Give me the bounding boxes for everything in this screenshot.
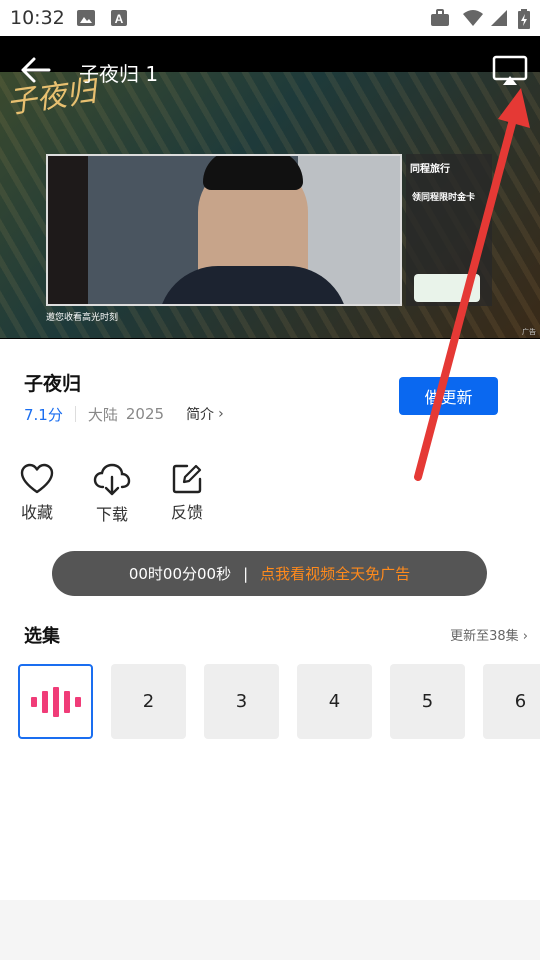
battery-icon — [518, 9, 530, 29]
image-icon — [77, 10, 95, 26]
episodes-update-link[interactable]: 更新至38集 › — [450, 625, 528, 644]
ad-timer: 00时00分00秒 — [128, 565, 232, 583]
intro-link[interactable]: 简介 — [186, 404, 214, 424]
ad-promo: 领同程限时金卡 — [412, 193, 476, 203]
back-button[interactable] — [18, 56, 54, 84]
detail-panel: 子夜归 7.1分 大陆 2025 简介 › 催更新 收藏 下载 反馈 00时00… — [0, 339, 540, 900]
episodes-header: 选集 — [24, 626, 60, 647]
ad-free-banner[interactable]: 00时00分00秒 | 点我看视频全天免广告 — [52, 551, 487, 596]
remind-update-button[interactable]: 催更新 — [399, 377, 498, 415]
download-button[interactable]: 下载 — [82, 463, 142, 524]
episode-button[interactable]: 4 — [297, 664, 372, 739]
chevron-right-icon: › — [522, 629, 528, 644]
edit-icon — [172, 464, 202, 494]
show-meta: 7.1分 大陆 2025 简介 › — [24, 404, 224, 424]
signal-icon — [491, 10, 507, 26]
bottom-area — [0, 900, 540, 960]
favorite-button[interactable]: 收藏 — [7, 463, 67, 523]
status-time: 10:32 — [10, 7, 65, 29]
episodes-update-text: 更新至38集 — [450, 629, 519, 644]
ad-brand: 同程旅行 — [410, 164, 450, 175]
episode-list: 2 3 4 5 6 — [0, 664, 540, 740]
heart-icon — [20, 463, 54, 494]
meta-divider — [74, 406, 76, 422]
action-bar: 收藏 下载 反馈 — [0, 463, 540, 524]
svg-text:A: A — [115, 12, 124, 26]
status-bar: 10:32 A — [0, 0, 540, 36]
ad-separator: | — [243, 564, 249, 583]
show-title: 子夜归 — [24, 373, 82, 395]
video-ad-panel[interactable]: 同程旅行 领同程限时金卡 — [406, 154, 492, 306]
year: 2025 — [125, 405, 165, 423]
episode-button[interactable]: 2 — [111, 664, 186, 739]
episode-button[interactable]: 6 — [483, 664, 540, 739]
score: 7.1分 — [24, 405, 63, 424]
feedback-label: 反馈 — [170, 503, 203, 522]
feedback-button[interactable]: 反馈 — [157, 463, 217, 523]
download-label: 下载 — [95, 505, 128, 524]
wifi-icon — [463, 10, 483, 26]
ad-free-cta[interactable]: 点我看视频全天免广告 — [260, 563, 410, 584]
episode-button[interactable]: 5 — [390, 664, 465, 739]
cast-icon[interactable] — [492, 55, 528, 87]
playing-icon — [30, 686, 81, 717]
video-caption: 邀您收看高光时刻 — [46, 313, 119, 323]
briefcase-icon — [431, 9, 449, 26]
episode-button[interactable]: 3 — [204, 664, 279, 739]
episode-title: 子夜归 1 — [79, 62, 159, 86]
video-player[interactable]: 同程旅行 领同程限时金卡 邀您收看高光时刻 广告 子夜归 子夜归 1 — [0, 36, 540, 339]
region: 大陆 — [87, 405, 118, 424]
video-scene — [46, 154, 402, 306]
font-icon: A — [111, 10, 127, 26]
cloud-download-icon — [93, 463, 131, 496]
chevron-right-icon[interactable]: › — [218, 406, 224, 422]
episode-1-button[interactable] — [18, 664, 93, 739]
favorite-label: 收藏 — [20, 503, 53, 522]
ad-tag: 广告 — [522, 328, 536, 336]
